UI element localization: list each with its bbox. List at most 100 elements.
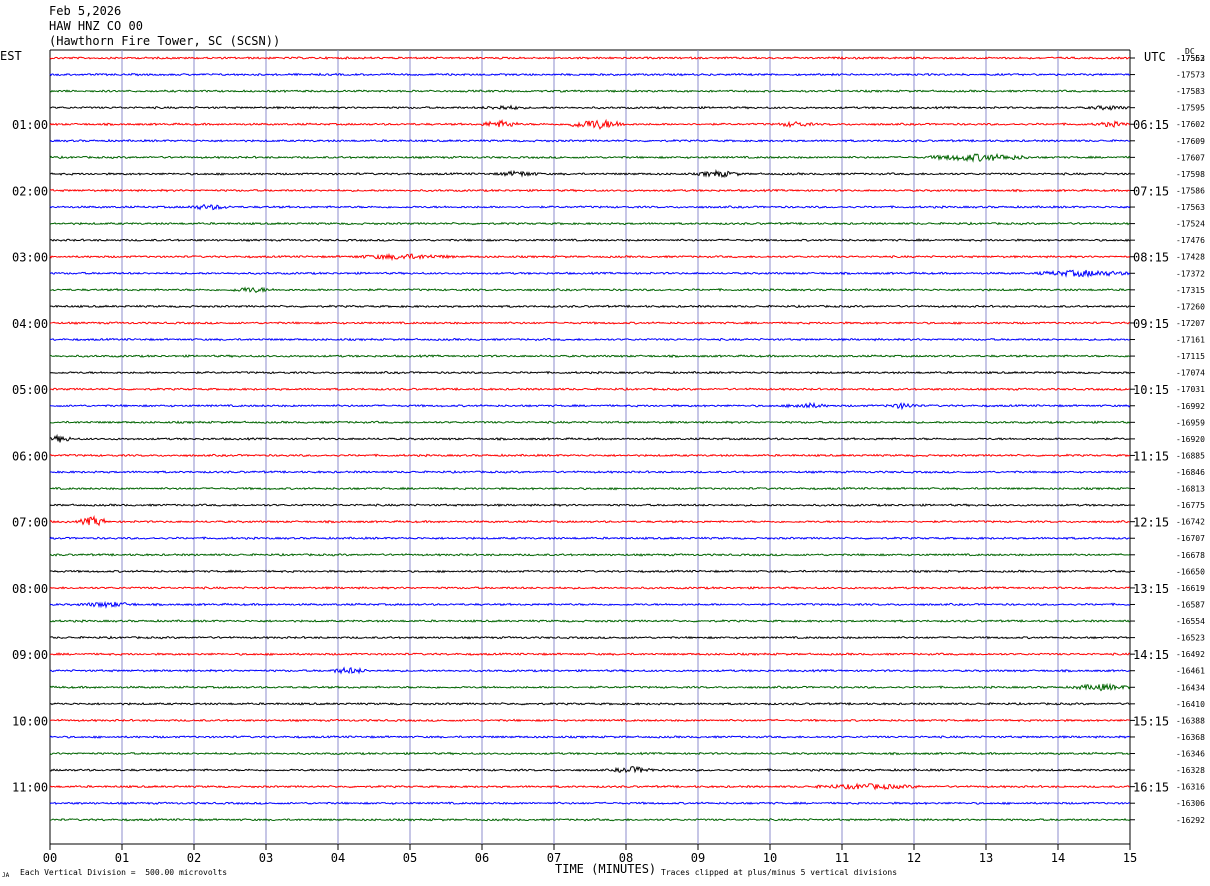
dc-offset-label: -16328 bbox=[1176, 766, 1205, 775]
dc-offset-label: -16492 bbox=[1176, 650, 1205, 659]
seismic-trace bbox=[49, 320, 1131, 325]
hour-label-est: 09:00 bbox=[12, 648, 48, 662]
hour-label-utc: 08:15 bbox=[1133, 251, 1169, 265]
dc-offset-label: -16678 bbox=[1176, 551, 1205, 560]
seismic-trace bbox=[49, 718, 1131, 723]
seismic-trace bbox=[49, 619, 1131, 623]
seismic-trace bbox=[49, 801, 1131, 806]
dc-offset-label: -16587 bbox=[1176, 600, 1205, 609]
dc-offset-label: -16619 bbox=[1176, 584, 1205, 593]
seismic-trace bbox=[49, 370, 1131, 375]
hour-label-est: 05:00 bbox=[12, 383, 48, 397]
dc-offset-label: -17207 bbox=[1176, 319, 1205, 328]
seismic-trace bbox=[49, 433, 1131, 443]
x-tick-label: 03 bbox=[259, 851, 273, 865]
dc-offset-label: -16992 bbox=[1176, 402, 1205, 411]
x-tick-label: 14 bbox=[1051, 851, 1065, 865]
seismic-trace bbox=[49, 188, 1131, 193]
seismic-trace bbox=[50, 169, 1131, 179]
dc-offset-label: -16813 bbox=[1176, 485, 1205, 494]
scale-note: Each Vertical Division = 500.00 microvol… bbox=[20, 868, 228, 877]
hour-label-utc: 09:15 bbox=[1133, 317, 1169, 331]
dc-offset-label: -17031 bbox=[1176, 385, 1205, 394]
hour-label-est: 10:00 bbox=[12, 714, 48, 728]
dc-offset-label: -16306 bbox=[1176, 799, 1205, 808]
x-tick-label: 06 bbox=[475, 851, 489, 865]
hour-label-est: 04:00 bbox=[12, 317, 48, 331]
seismic-trace bbox=[49, 304, 1131, 309]
dc-offset-label: -16885 bbox=[1176, 451, 1205, 460]
dc-offset-label: -17074 bbox=[1176, 369, 1205, 378]
seismic-trace bbox=[49, 354, 1131, 359]
seismic-trace bbox=[49, 682, 1131, 692]
seismic-trace bbox=[49, 782, 1131, 791]
dc-offset-label: -17476 bbox=[1176, 236, 1205, 245]
dc-offset-label: -17583 bbox=[1176, 87, 1205, 96]
dc-offset-label: -17598 bbox=[1176, 170, 1205, 179]
dc-offset-label: -17428 bbox=[1176, 253, 1205, 262]
dc-offset-label: -16959 bbox=[1176, 418, 1205, 427]
seismic-trace bbox=[49, 536, 1130, 541]
seismic-trace bbox=[49, 586, 1131, 590]
x-tick-label: 12 bbox=[907, 851, 921, 865]
x-tick-label: 13 bbox=[979, 851, 993, 865]
dc-offset-label: -17161 bbox=[1176, 336, 1205, 345]
dc-offset-label: -17563 bbox=[1176, 203, 1205, 212]
seismic-trace bbox=[49, 104, 1131, 111]
seismic-trace bbox=[49, 569, 1131, 574]
seismic-trace bbox=[49, 203, 1131, 211]
x-axis-title: TIME (MINUTES) bbox=[555, 862, 657, 876]
hour-label-utc: 13:15 bbox=[1133, 582, 1169, 596]
hour-label-utc: 14:15 bbox=[1133, 648, 1169, 662]
dc-offset-label: -16554 bbox=[1176, 617, 1205, 626]
corner-mark: JA bbox=[2, 872, 10, 879]
dc-offset-label: -16316 bbox=[1176, 783, 1205, 792]
dc-offset-label: -17372 bbox=[1176, 269, 1205, 278]
x-tick-label: 01 bbox=[115, 851, 129, 865]
dc-offset-label: -16368 bbox=[1176, 733, 1205, 742]
dc-offset-label: -17260 bbox=[1176, 302, 1205, 311]
dc-offset-label: -16523 bbox=[1176, 634, 1205, 643]
x-tick-label: 15 bbox=[1123, 851, 1137, 865]
dc-offset-label: -16775 bbox=[1176, 501, 1205, 510]
seismic-trace bbox=[49, 701, 1131, 706]
seismic-trace bbox=[49, 666, 1131, 675]
dc-offset-label: -17609 bbox=[1176, 137, 1205, 146]
seismic-trace bbox=[49, 514, 1131, 527]
x-tick-label: 11 bbox=[835, 851, 849, 865]
dc-offset-label: -16846 bbox=[1176, 468, 1205, 477]
seismic-trace bbox=[49, 138, 1131, 143]
seismic-trace bbox=[49, 503, 1131, 508]
seismic-trace bbox=[49, 252, 1131, 262]
hour-label-est: 02:00 bbox=[12, 184, 48, 198]
seismic-trace bbox=[49, 600, 1131, 609]
hour-label-utc: 10:15 bbox=[1133, 383, 1169, 397]
dc-offset-label: -16346 bbox=[1176, 750, 1205, 759]
dc-offset-label: -16292 bbox=[1176, 816, 1205, 825]
dc-offset-label: -16920 bbox=[1176, 435, 1205, 444]
seismic-trace bbox=[49, 469, 1131, 474]
seismic-trace bbox=[49, 765, 1131, 774]
seismic-trace bbox=[49, 269, 1131, 278]
hour-label-est: 07:00 bbox=[12, 516, 48, 530]
dc-offset-label: -17595 bbox=[1176, 104, 1205, 113]
seismic-trace bbox=[49, 118, 1131, 130]
dc-offset-label: -16434 bbox=[1176, 683, 1205, 692]
dc-offset-label: -16742 bbox=[1176, 518, 1205, 527]
seismic-trace bbox=[49, 72, 1131, 77]
hour-label-est: 01:00 bbox=[12, 118, 48, 132]
hour-label-est: 06:00 bbox=[12, 449, 48, 463]
seismic-trace bbox=[49, 652, 1131, 657]
hour-label-utc: 06:15 bbox=[1133, 118, 1169, 132]
seismic-trace bbox=[49, 453, 1131, 458]
hour-label-est: 08:00 bbox=[12, 582, 48, 596]
seismic-trace bbox=[49, 238, 1131, 243]
x-tick-label: 04 bbox=[331, 851, 345, 865]
helicorder-plot: 00 01 02 03 04 05 06 07 08 09 10 11 12 13 14 15-17563-1… bbox=[12, 49, 1205, 865]
dc-offset-label: -16461 bbox=[1176, 667, 1205, 676]
dc-offset-label: -16707 bbox=[1176, 534, 1205, 543]
hour-label-utc: 16:15 bbox=[1133, 781, 1169, 795]
seismic-trace bbox=[49, 635, 1131, 640]
hour-label-utc: 07:15 bbox=[1133, 184, 1169, 198]
dc-offset-label: -16388 bbox=[1176, 716, 1205, 725]
